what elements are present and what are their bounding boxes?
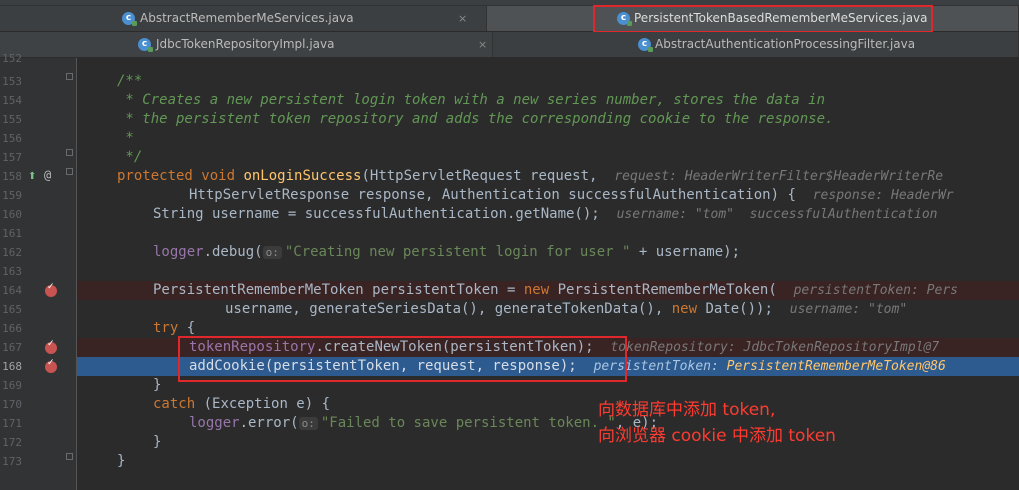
code-text: PersistentRememberMeToken( [549, 282, 777, 298]
parameter-hint: o: [298, 417, 318, 430]
code-text: + username); [630, 244, 740, 260]
java-class-icon: c [138, 38, 153, 52]
code-text: PersistentRememberMeToken persistentToke… [153, 282, 524, 298]
string-literal: "Failed to save persistent token. " [320, 415, 616, 431]
line-number: 169 [2, 379, 22, 392]
breakpoint-icon[interactable] [45, 339, 57, 354]
line-number: 173 [2, 455, 22, 468]
line-number: 155 [2, 113, 22, 126]
line-number: 161 [2, 227, 22, 240]
line-number: 166 [2, 322, 22, 335]
line-number: 154 [2, 94, 22, 107]
annotation-line-2: 向浏览器 cookie 中添加 token [598, 426, 836, 446]
parameter-hint: o: [262, 246, 282, 259]
line-number: 168 [2, 360, 22, 373]
code-text: String username = successfulAuthenticati… [153, 206, 600, 222]
editor-tabs-row-2: c JdbcTokenRepositoryImpl.java × c Abstr… [0, 32, 1019, 58]
code-line-173: } [117, 453, 126, 469]
line-number: 170 [2, 398, 22, 411]
fold-icon[interactable] [66, 73, 73, 80]
fold-icon[interactable] [66, 149, 73, 156]
line-number: 172 [2, 436, 22, 449]
line-number: 159 [2, 189, 22, 202]
line-number: 156 [2, 132, 22, 145]
annotation-note: 向数据库中添加 token, 向浏览器 cookie 中添加 token [598, 397, 836, 449]
code-text: Date()); [697, 301, 773, 317]
close-icon[interactable]: × [458, 6, 467, 31]
debug-inline-value: tokenRepository: JdbcTokenRepositoryImpl… [610, 340, 940, 355]
line-number: 164 [2, 284, 22, 297]
override-icon[interactable]: @ [44, 168, 51, 182]
tab-label: AbstractAuthenticationProcessingFilter.j… [655, 37, 916, 51]
implements-icon[interactable]: ⬆ [28, 171, 36, 182]
code-line-160: String username = successfulAuthenticati… [153, 205, 938, 224]
line-number: 157 [2, 151, 22, 164]
code-highlight-box [178, 336, 627, 382]
tab-jdbc-token-repository-impl[interactable]: c JdbcTokenRepositoryImpl.java × [0, 32, 493, 57]
java-class-icon: c [122, 12, 137, 26]
code-line-157: */ [117, 149, 143, 165]
fold-icon[interactable] [66, 168, 73, 175]
debug-inline-value: PersistentRememberMeToken@86 [726, 359, 946, 374]
code-line-162: logger.debug(o: "Creating new persistent … [153, 243, 740, 262]
line-number: 162 [2, 246, 22, 259]
code-text: (Exception e) { [195, 396, 331, 412]
line-number: 163 [2, 265, 22, 278]
editor-gutter[interactable]: 152 153 154 155 156 157 158 159 160 161 … [0, 52, 77, 490]
line-number: 158 [2, 170, 22, 183]
keyword: try [153, 320, 179, 336]
tab-abstract-authentication-processing-filter[interactable]: c AbstractAuthenticationProcessingFilter… [493, 32, 1019, 57]
code-text: username, generateSeriesData(), generate… [225, 301, 672, 317]
code-text: (HttpServletRequest request, [361, 168, 598, 184]
debug-inline-value: request: HeaderWriterFilter$HeaderWriter… [614, 169, 944, 184]
code-line-154: * Creates a new persistent login token w… [117, 92, 826, 108]
keyword: void [201, 168, 236, 184]
debug-inline-value: username: "tom" successfulAuthentication [616, 207, 938, 222]
string-literal: "Creating new persistent login for user … [284, 244, 631, 260]
code-line-155: * the persistent token repository and ad… [117, 111, 834, 127]
code-text: { [178, 320, 196, 336]
code-line-172: } [153, 434, 162, 450]
fold-icon[interactable] [66, 453, 73, 460]
code-line-159: HttpServletResponse response, Authentica… [189, 186, 954, 205]
debug-inline-value: username: "tom" [789, 302, 908, 317]
line-number: 171 [2, 417, 22, 430]
code-editor[interactable]: /** * Creates a new persistent login tok… [77, 58, 1019, 490]
keyword: protected [117, 168, 193, 184]
code-line-170: catch (Exception e) { [153, 395, 330, 414]
debug-inline-value: persistentToken: Pers [793, 283, 958, 298]
close-icon[interactable]: × [478, 32, 487, 57]
keyword: catch [153, 396, 196, 412]
code-line-169: } [153, 377, 162, 393]
breakpoint-icon[interactable] [45, 282, 57, 297]
keyword: new [671, 301, 698, 317]
debug-inline-value: response: HeaderWr [812, 188, 954, 203]
code-line-171: logger.error(o: "Failed to save persisten… [189, 414, 658, 433]
tab-label: AbstractRememberMeServices.java [140, 11, 354, 25]
code-line-156: * [117, 130, 134, 146]
code-line-165: username, generateSeriesData(), generate… [225, 300, 907, 319]
line-number: 160 [2, 208, 22, 221]
line-number: 153 [2, 75, 22, 88]
code-text: HttpServletResponse response, Authentica… [189, 187, 796, 203]
annotation-line-1: 向数据库中添加 token, [598, 400, 776, 420]
code-text: .debug( [203, 244, 263, 260]
breakpoint-icon[interactable] [45, 358, 57, 373]
keyword: new [523, 282, 550, 298]
field-name: logger [153, 244, 204, 260]
line-number: 165 [2, 303, 22, 316]
code-line-153: /** [117, 73, 143, 89]
line-number: 152 [2, 52, 22, 65]
line-number: 167 [2, 341, 22, 354]
active-tab-highlight-box [593, 5, 933, 33]
code-line-158: protected void onLoginSuccess(HttpServle… [117, 167, 943, 186]
method-name: onLoginSuccess [243, 168, 362, 184]
field-name: logger [189, 415, 240, 431]
java-class-icon: c [638, 38, 653, 52]
code-line-164: PersistentRememberMeToken persistentToke… [153, 281, 958, 300]
tab-label: JdbcTokenRepositoryImpl.java [156, 37, 335, 51]
tab-abstract-remember-me-services[interactable]: c AbstractRememberMeServices.java × [100, 6, 487, 31]
code-text: .error( [239, 415, 299, 431]
